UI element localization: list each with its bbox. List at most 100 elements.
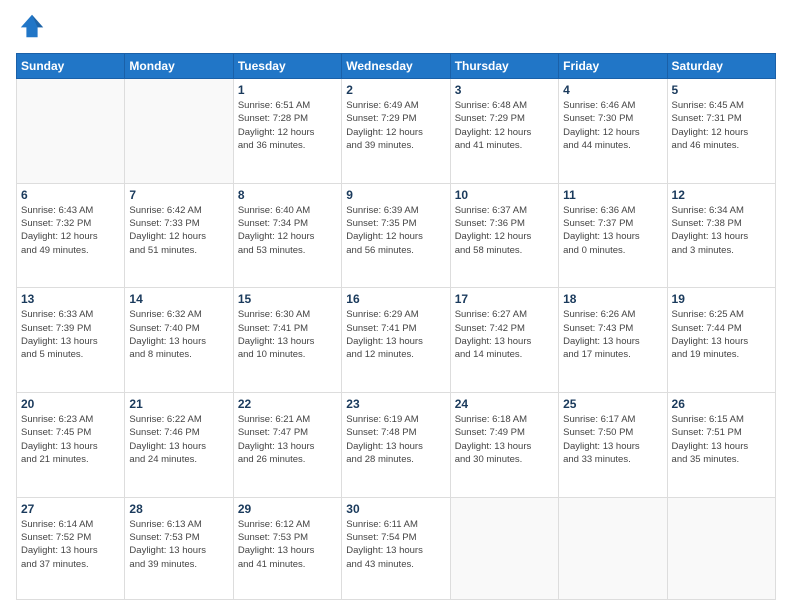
day-info: Sunrise: 6:23 AM Sunset: 7:45 PM Dayligh…	[21, 413, 120, 466]
day-info: Sunrise: 6:33 AM Sunset: 7:39 PM Dayligh…	[21, 308, 120, 361]
calendar-cell: 7 Sunrise: 6:42 AM Sunset: 7:33 PM Daylig…	[125, 183, 233, 288]
day-info: Sunrise: 6:29 AM Sunset: 7:41 PM Dayligh…	[346, 308, 445, 361]
day-number: 26	[672, 397, 771, 411]
day-number: 6	[21, 188, 120, 202]
calendar-cell: 13 Sunrise: 6:33 AM Sunset: 7:39 PM Dayli…	[17, 288, 125, 393]
day-info: Sunrise: 6:51 AM Sunset: 7:28 PM Dayligh…	[238, 99, 337, 152]
calendar-cell: 1 Sunrise: 6:51 AM Sunset: 7:28 PM Daylig…	[233, 79, 341, 184]
weekday-header: Wednesday	[342, 54, 450, 79]
day-info: Sunrise: 6:21 AM Sunset: 7:47 PM Dayligh…	[238, 413, 337, 466]
calendar-cell: 8Sunrise: 6:40 AM Sunset: 7:34 PM Daylig…	[233, 183, 341, 288]
day-number: 21	[129, 397, 228, 411]
day-info: Sunrise: 6:25 AM Sunset: 7:44 PM Dayligh…	[672, 308, 771, 361]
weekday-header: Saturday	[667, 54, 775, 79]
day-number: 8	[238, 188, 337, 202]
weekday-header: Sunday	[17, 54, 125, 79]
logo	[16, 12, 48, 45]
day-info: Sunrise: 6:17 AM Sunset: 7:50 PM Dayligh…	[563, 413, 662, 466]
calendar-cell	[559, 497, 667, 599]
day-number: 29	[238, 502, 337, 516]
calendar-cell: 21 Sunrise: 6:22 AM Sunset: 7:46 PM Dayli…	[125, 393, 233, 498]
day-number: 17	[455, 292, 554, 306]
calendar-cell: 18 Sunrise: 6:26 AM Sunset: 7:43 PM Dayli…	[559, 288, 667, 393]
calendar-cell: 29 Sunrise: 6:12 AM Sunset: 7:53 PM Dayli…	[233, 497, 341, 599]
calendar-header-row: SundayMondayTuesdayWednesdayThursdayFrid…	[17, 54, 776, 79]
calendar-cell: 23 Sunrise: 6:19 AM Sunset: 7:48 PM Dayli…	[342, 393, 450, 498]
calendar-week-row: 13 Sunrise: 6:33 AM Sunset: 7:39 PM Dayli…	[17, 288, 776, 393]
day-number: 23	[346, 397, 445, 411]
calendar-cell	[667, 497, 775, 599]
calendar-cell: 9 Sunrise: 6:39 AM Sunset: 7:35 PM Daylig…	[342, 183, 450, 288]
day-info: Sunrise: 6:18 AM Sunset: 7:49 PM Dayligh…	[455, 413, 554, 466]
day-number: 4	[563, 83, 662, 97]
calendar-week-row: 1 Sunrise: 6:51 AM Sunset: 7:28 PM Daylig…	[17, 79, 776, 184]
calendar-week-row: 6 Sunrise: 6:43 AM Sunset: 7:32 PM Daylig…	[17, 183, 776, 288]
calendar-cell	[125, 79, 233, 184]
calendar-cell	[17, 79, 125, 184]
weekday-header: Friday	[559, 54, 667, 79]
calendar-cell: 27 Sunrise: 6:14 AM Sunset: 7:52 PM Dayli…	[17, 497, 125, 599]
calendar-cell: 10Sunrise: 6:37 AM Sunset: 7:36 PM Dayli…	[450, 183, 558, 288]
day-info: Sunrise: 6:11 AM Sunset: 7:54 PM Dayligh…	[346, 518, 445, 571]
day-number: 2	[346, 83, 445, 97]
calendar-cell: 20 Sunrise: 6:23 AM Sunset: 7:45 PM Dayli…	[17, 393, 125, 498]
day-info: Sunrise: 6:34 AM Sunset: 7:38 PM Dayligh…	[672, 204, 771, 257]
day-number: 10	[455, 188, 554, 202]
day-number: 1	[238, 83, 337, 97]
calendar-cell: 14 Sunrise: 6:32 AM Sunset: 7:40 PM Dayli…	[125, 288, 233, 393]
calendar-cell: 5 Sunrise: 6:45 AM Sunset: 7:31 PM Daylig…	[667, 79, 775, 184]
day-info: Sunrise: 6:43 AM Sunset: 7:32 PM Dayligh…	[21, 204, 120, 257]
calendar-cell: 28 Sunrise: 6:13 AM Sunset: 7:53 PM Dayli…	[125, 497, 233, 599]
day-info: Sunrise: 6:15 AM Sunset: 7:51 PM Dayligh…	[672, 413, 771, 466]
weekday-header: Tuesday	[233, 54, 341, 79]
calendar-table: SundayMondayTuesdayWednesdayThursdayFrid…	[16, 53, 776, 600]
day-info: Sunrise: 6:45 AM Sunset: 7:31 PM Dayligh…	[672, 99, 771, 152]
day-info: Sunrise: 6:30 AM Sunset: 7:41 PM Dayligh…	[238, 308, 337, 361]
day-info: Sunrise: 6:22 AM Sunset: 7:46 PM Dayligh…	[129, 413, 228, 466]
day-info: Sunrise: 6:36 AM Sunset: 7:37 PM Dayligh…	[563, 204, 662, 257]
day-info: Sunrise: 6:42 AM Sunset: 7:33 PM Dayligh…	[129, 204, 228, 257]
calendar-cell: 30 Sunrise: 6:11 AM Sunset: 7:54 PM Dayli…	[342, 497, 450, 599]
day-info: Sunrise: 6:48 AM Sunset: 7:29 PM Dayligh…	[455, 99, 554, 152]
calendar-cell: 16Sunrise: 6:29 AM Sunset: 7:41 PM Dayli…	[342, 288, 450, 393]
calendar-week-row: 20 Sunrise: 6:23 AM Sunset: 7:45 PM Dayli…	[17, 393, 776, 498]
calendar-cell: 11Sunrise: 6:36 AM Sunset: 7:37 PM Dayli…	[559, 183, 667, 288]
day-number: 18	[563, 292, 662, 306]
day-info: Sunrise: 6:49 AM Sunset: 7:29 PM Dayligh…	[346, 99, 445, 152]
calendar-cell: 17Sunrise: 6:27 AM Sunset: 7:42 PM Dayli…	[450, 288, 558, 393]
day-number: 30	[346, 502, 445, 516]
day-info: Sunrise: 6:32 AM Sunset: 7:40 PM Dayligh…	[129, 308, 228, 361]
calendar-cell: 12 Sunrise: 6:34 AM Sunset: 7:38 PM Dayli…	[667, 183, 775, 288]
calendar-cell: 22 Sunrise: 6:21 AM Sunset: 7:47 PM Dayli…	[233, 393, 341, 498]
day-number: 12	[672, 188, 771, 202]
calendar-cell: 4 Sunrise: 6:46 AM Sunset: 7:30 PM Daylig…	[559, 79, 667, 184]
day-number: 22	[238, 397, 337, 411]
header	[16, 12, 776, 45]
day-info: Sunrise: 6:19 AM Sunset: 7:48 PM Dayligh…	[346, 413, 445, 466]
day-number: 28	[129, 502, 228, 516]
weekday-header: Thursday	[450, 54, 558, 79]
day-number: 15	[238, 292, 337, 306]
calendar-cell: 26 Sunrise: 6:15 AM Sunset: 7:51 PM Dayli…	[667, 393, 775, 498]
day-number: 7	[129, 188, 228, 202]
day-number: 20	[21, 397, 120, 411]
day-info: Sunrise: 6:14 AM Sunset: 7:52 PM Dayligh…	[21, 518, 120, 571]
day-info: Sunrise: 6:12 AM Sunset: 7:53 PM Dayligh…	[238, 518, 337, 571]
calendar-cell: 6 Sunrise: 6:43 AM Sunset: 7:32 PM Daylig…	[17, 183, 125, 288]
page: SundayMondayTuesdayWednesdayThursdayFrid…	[0, 0, 792, 612]
calendar-cell: 3 Sunrise: 6:48 AM Sunset: 7:29 PM Daylig…	[450, 79, 558, 184]
day-number: 13	[21, 292, 120, 306]
calendar-cell: 25 Sunrise: 6:17 AM Sunset: 7:50 PM Dayli…	[559, 393, 667, 498]
day-number: 25	[563, 397, 662, 411]
day-number: 9	[346, 188, 445, 202]
day-number: 5	[672, 83, 771, 97]
day-info: Sunrise: 6:26 AM Sunset: 7:43 PM Dayligh…	[563, 308, 662, 361]
day-number: 27	[21, 502, 120, 516]
day-info: Sunrise: 6:13 AM Sunset: 7:53 PM Dayligh…	[129, 518, 228, 571]
weekday-header: Monday	[125, 54, 233, 79]
calendar-cell: 2 Sunrise: 6:49 AM Sunset: 7:29 PM Daylig…	[342, 79, 450, 184]
day-number: 14	[129, 292, 228, 306]
day-info: Sunrise: 6:39 AM Sunset: 7:35 PM Dayligh…	[346, 204, 445, 257]
day-info: Sunrise: 6:46 AM Sunset: 7:30 PM Dayligh…	[563, 99, 662, 152]
day-number: 3	[455, 83, 554, 97]
